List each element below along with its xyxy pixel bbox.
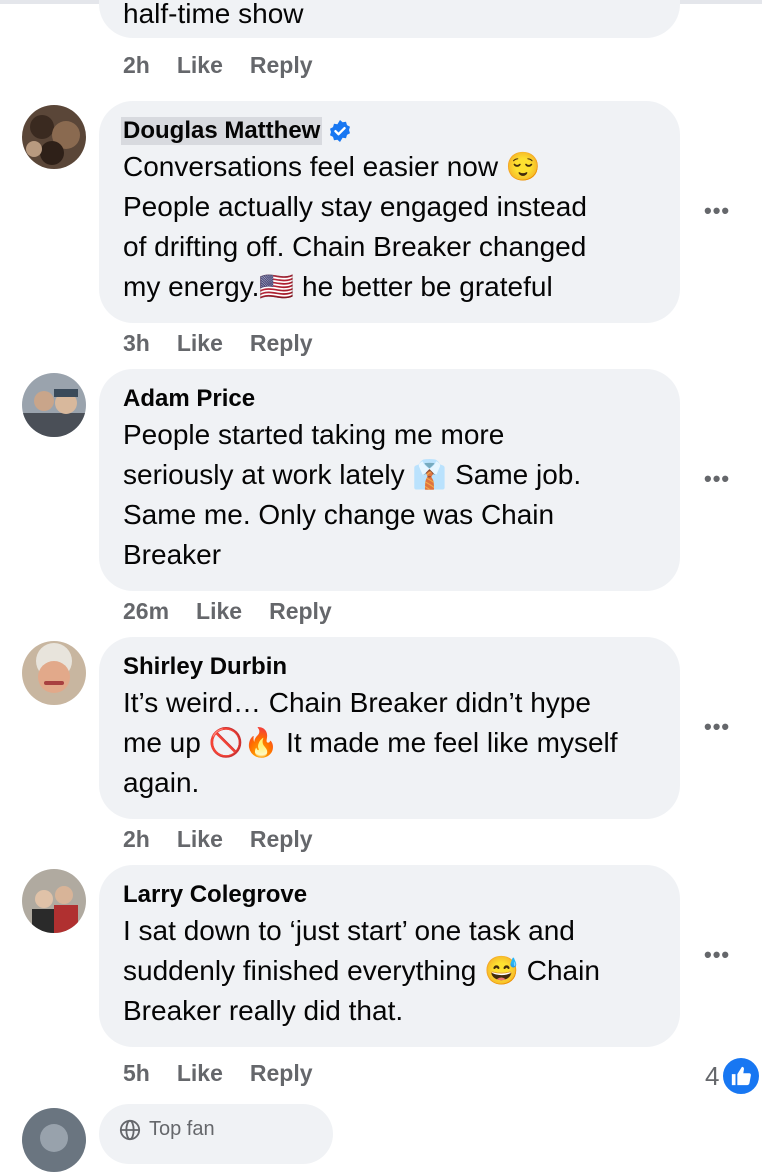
- comment-time[interactable]: 26m: [123, 598, 169, 625]
- comment-line: I sat down to ‘just start’ one task and: [123, 915, 575, 946]
- comment-bubble: Adam Price People started taking me more…: [99, 369, 680, 591]
- comment-actions: 26m Like Reply: [123, 598, 359, 625]
- comment-actions: 2h Like Reply: [123, 52, 340, 79]
- comment-bubble: Larry Colegrove I sat down to ‘just star…: [99, 865, 680, 1047]
- comment-text: People started taking me more seriously …: [123, 415, 656, 575]
- comment-bubble: Douglas Matthew Conversations feel easie…: [99, 101, 680, 323]
- comment-text: It’s weird… Chain Breaker didn’t hype me…: [123, 683, 656, 803]
- comment-actions: 5h Like Reply: [123, 1060, 340, 1087]
- more-options-icon[interactable]: •••: [704, 714, 730, 740]
- comment-bubble-partial: Top fan: [99, 1104, 333, 1164]
- comment-text: I sat down to ‘just start’ one task and …: [123, 911, 656, 1031]
- comment-bubble-partial: half-time show: [99, 0, 680, 38]
- comment-text: Conversations feel easier now 😌 People a…: [123, 147, 656, 307]
- comment-line: Breaker: [123, 539, 222, 570]
- comment-time[interactable]: 2h: [123, 52, 150, 79]
- comment-bubble: Shirley Durbin It’s weird… Chain Breaker…: [99, 637, 680, 819]
- comment-line: It’s weird… Chain Breaker didn’t hype: [123, 687, 591, 718]
- more-options-icon[interactable]: •••: [704, 198, 730, 224]
- comment-line: People actually stay engaged instead: [123, 191, 587, 222]
- comment-line: Conversations feel easier now 😌: [123, 151, 541, 182]
- comment-time[interactable]: 5h: [123, 1060, 150, 1087]
- verified-badge-icon: [330, 120, 351, 142]
- comment-line: of drifting off. Chain Breaker changed: [123, 231, 587, 262]
- comment-line: Same me. Only change was Chain: [123, 499, 555, 530]
- comment-line: People started taking me more: [123, 419, 505, 450]
- comment-line: me up 🚫🔥 It made me feel like myself: [123, 727, 618, 758]
- comment-line: my energy.🇺🇸 he better be grateful: [123, 271, 553, 302]
- comment-line: seriously at work lately 👔 Same job.: [123, 459, 582, 490]
- like-button[interactable]: Like: [177, 1060, 223, 1087]
- reply-button[interactable]: Reply: [250, 826, 313, 853]
- like-button[interactable]: Like: [177, 52, 223, 79]
- commenter-name[interactable]: Larry Colegrove: [123, 881, 656, 909]
- globe-icon: [119, 1119, 141, 1140]
- like-button[interactable]: Like: [177, 826, 223, 853]
- reaction-count: 4: [705, 1060, 720, 1091]
- comment-text: half-time show: [123, 0, 304, 29]
- comment-line: suddenly finished everything 😅 Chain: [123, 955, 600, 986]
- reply-button[interactable]: Reply: [269, 598, 332, 625]
- avatar[interactable]: [22, 1108, 86, 1172]
- like-button[interactable]: Like: [177, 330, 223, 357]
- like-button[interactable]: Like: [196, 598, 242, 625]
- comment-time[interactable]: 3h: [123, 330, 150, 357]
- like-reaction-icon: [721, 1056, 762, 1096]
- comment-line: again.: [123, 767, 200, 798]
- commenter-name[interactable]: Shirley Durbin: [123, 653, 656, 681]
- more-options-icon[interactable]: •••: [704, 942, 730, 968]
- commenter-name[interactable]: Adam Price: [123, 385, 656, 413]
- comment-line: Breaker really did that.: [123, 995, 404, 1026]
- comment-actions: 3h Like Reply: [123, 330, 340, 357]
- avatar[interactable]: [22, 641, 86, 705]
- avatar[interactable]: [22, 373, 86, 437]
- commenter-name[interactable]: Douglas Matthew: [121, 117, 656, 145]
- reaction-summary[interactable]: 4: [705, 1056, 762, 1096]
- more-options-icon[interactable]: •••: [704, 466, 730, 492]
- badge-label: Top fan: [149, 1118, 215, 1140]
- comment-time[interactable]: 2h: [123, 826, 150, 853]
- top-fan-badge: Top fan: [119, 1118, 313, 1141]
- reply-button[interactable]: Reply: [250, 52, 313, 79]
- comment-actions: 2h Like Reply: [123, 826, 340, 853]
- reply-button[interactable]: Reply: [250, 1060, 313, 1087]
- avatar[interactable]: [22, 105, 86, 169]
- reply-button[interactable]: Reply: [250, 330, 313, 357]
- avatar[interactable]: [22, 869, 86, 933]
